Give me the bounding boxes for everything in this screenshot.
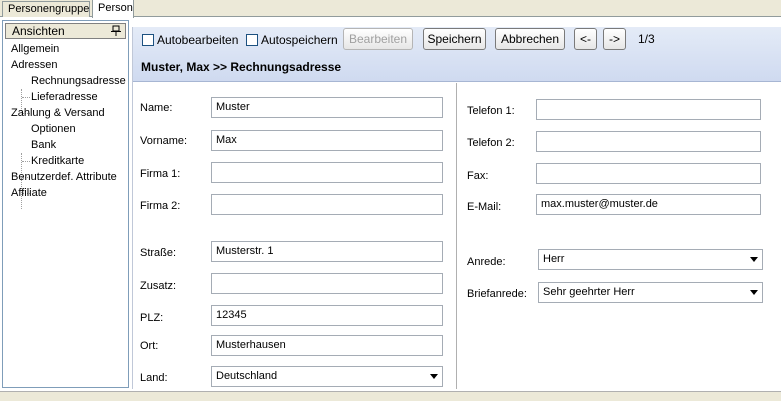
land-select[interactable]: Deutschland (211, 366, 443, 387)
anrede-select[interactable]: Herr (538, 249, 763, 270)
name-label: Name: (140, 102, 173, 114)
autospeichern-label: Autospeichern (261, 33, 338, 47)
status-bar (0, 391, 781, 401)
anrede-value: Herr (543, 253, 565, 265)
speichern-button[interactable]: Speichern (423, 28, 486, 50)
strasse-field[interactable]: Musterstr. 1 (211, 241, 443, 262)
tab-person[interactable]: Person (92, 0, 134, 18)
views-panel-header: Ansichten (5, 23, 126, 39)
chevron-down-icon[interactable] (430, 374, 438, 379)
chevron-down-icon[interactable] (750, 290, 758, 295)
tree-item-lieferadresse[interactable]: Lieferadresse (31, 89, 98, 105)
briefanrede-value: Sehr geehrter Herr (543, 286, 635, 298)
telefon1-field[interactable] (536, 99, 761, 120)
plz-label: PLZ: (140, 312, 164, 324)
vorname-field[interactable]: Max (211, 130, 443, 151)
autospeichern-checkbox[interactable]: Autospeichern (246, 33, 338, 47)
address-form: Name: Muster Vorname: Max Firma 1: Firma… (133, 83, 781, 389)
vorname-label: Vorname: (140, 135, 188, 147)
ort-field[interactable]: Musterhausen (211, 335, 443, 356)
autobearbeiten-label: Autobearbeiten (157, 33, 239, 47)
land-value: Deutschland (216, 370, 278, 382)
chevron-down-icon[interactable] (750, 257, 758, 262)
email-label: E-Mail: (467, 201, 502, 213)
previous-record-button[interactable]: <- (574, 28, 597, 50)
firma2-label: Firma 2: (140, 200, 181, 212)
ort-label: Ort: (140, 340, 159, 352)
tree-item-optionen[interactable]: Optionen (31, 121, 76, 137)
abbrechen-button[interactable]: Abbrechen (495, 28, 565, 50)
name-field[interactable]: Muster (211, 97, 443, 118)
fax-field[interactable] (536, 163, 761, 184)
tree-item-kreditkarte[interactable]: Kreditkarte (31, 153, 84, 169)
firma1-field[interactable] (211, 162, 443, 183)
main-area: Autobearbeiten Autospeichern Bearbeiten … (132, 27, 781, 389)
telefon1-label: Telefon 1: (467, 105, 515, 117)
briefanrede-label: Briefanrede: (467, 288, 527, 300)
record-counter: 1/3 (638, 32, 655, 46)
zusatz-label: Zusatz: (140, 280, 177, 292)
tree-item-affiliate[interactable]: Affiliate (11, 185, 47, 201)
tree-item-bank[interactable]: Bank (31, 137, 56, 153)
breadcrumb: Muster, Max >> Rechnungsadresse (141, 60, 342, 74)
land-label: Land: (140, 372, 168, 384)
views-panel-title: Ansichten (12, 24, 65, 38)
fax-label: Fax: (467, 170, 489, 182)
telefon2-field[interactable] (536, 131, 761, 152)
tree-item-benutzerdef-attribute[interactable]: Benutzerdef. Attribute (11, 169, 117, 185)
toolbar: Autobearbeiten Autospeichern Bearbeiten … (133, 27, 781, 82)
tree-item-rechnungsadresse[interactable]: Rechnungsadresse (31, 73, 126, 89)
anrede-label: Anrede: (467, 256, 506, 268)
tab-bar: Personengruppe Person (0, 0, 781, 18)
email-field[interactable]: max.muster@muster.de (536, 194, 761, 215)
firma1-label: Firma 1: (140, 168, 181, 180)
briefanrede-select[interactable]: Sehr geehrter Herr (538, 282, 763, 303)
plz-field[interactable]: 12345 (211, 305, 443, 326)
next-record-button[interactable]: -> (603, 28, 626, 50)
views-panel: Ansichten Allgemein Adressen Rechnungsad… (2, 20, 129, 388)
pin-icon[interactable] (111, 25, 121, 36)
firma2-field[interactable] (211, 194, 443, 215)
tree-item-zahlung-versand[interactable]: Zahlung & Versand (11, 105, 105, 121)
tree-item-allgemein[interactable]: Allgemein (11, 41, 59, 57)
checkbox-box[interactable] (246, 34, 258, 46)
autobearbeiten-checkbox[interactable]: Autobearbeiten (142, 33, 238, 47)
tab-personengruppe[interactable]: Personengruppe (2, 1, 90, 17)
telefon2-label: Telefon 2: (467, 137, 515, 149)
tree-item-adressen[interactable]: Adressen (11, 57, 57, 73)
column-divider (456, 83, 457, 389)
checkbox-box[interactable] (142, 34, 154, 46)
zusatz-field[interactable] (211, 273, 443, 294)
strasse-label: Straße: (140, 247, 177, 259)
bearbeiten-button[interactable]: Bearbeiten (343, 28, 413, 50)
